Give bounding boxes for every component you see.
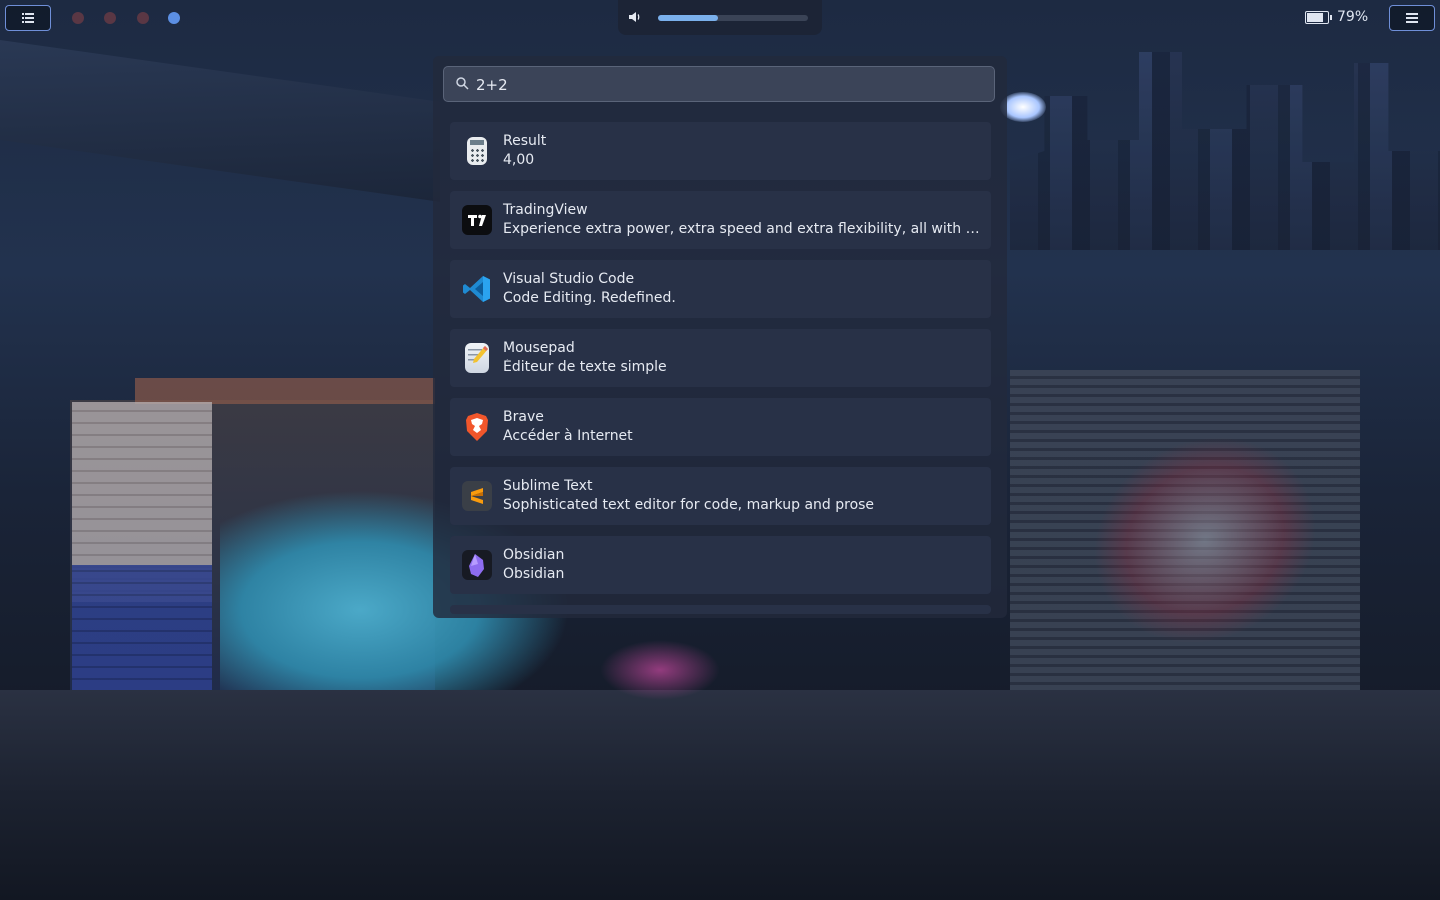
- search-icon: [456, 77, 469, 90]
- result-description: Accéder à Internet: [503, 428, 633, 444]
- result-description: Obsidian: [503, 566, 565, 582]
- sublime-text-icon: [462, 481, 492, 511]
- app-launcher: Result 4,00 TradingView Experience extra…: [433, 56, 1007, 618]
- calculator-icon: [467, 137, 487, 165]
- speaker-icon: [629, 12, 640, 22]
- result-title: Obsidian: [503, 547, 565, 563]
- battery-percent: 79%: [1337, 9, 1369, 25]
- volume-osd: [618, 0, 822, 35]
- result-item-brave[interactable]: Brave Accéder à Internet: [450, 398, 991, 456]
- wallpaper-blue-wall: [72, 565, 212, 690]
- workspace-1-indicator[interactable]: [72, 12, 84, 24]
- tradingview-icon: [462, 205, 492, 235]
- search-bar[interactable]: [443, 66, 995, 102]
- result-description: 4,00: [503, 152, 535, 168]
- result-title: Visual Studio Code: [503, 271, 635, 287]
- list-icon: [22, 13, 34, 23]
- wallpaper-garage: [70, 400, 435, 700]
- hamburger-menu-icon: [1406, 13, 1418, 23]
- volume-level-fill: [658, 15, 718, 21]
- result-description: Experience extra power, extra speed and …: [503, 221, 983, 237]
- wallpaper-city-skyline: [1010, 52, 1440, 250]
- workspace-4-indicator[interactable]: [168, 12, 180, 24]
- vscode-icon: [462, 274, 492, 304]
- mousepad-icon: [465, 343, 489, 373]
- obsidian-icon: [462, 550, 492, 580]
- apps-menu-button[interactable]: [5, 5, 51, 31]
- wallpaper-highway: [0, 40, 440, 202]
- result-title: Result: [503, 133, 547, 149]
- workspace-2-indicator[interactable]: [104, 12, 116, 24]
- result-item-vscode[interactable]: Visual Studio Code Code Editing. Redefin…: [450, 260, 991, 318]
- workspace-3-indicator[interactable]: [137, 12, 149, 24]
- result-title: TradingView: [503, 202, 588, 218]
- result-description: Éditeur de texte simple: [503, 359, 667, 375]
- wallpaper-pink-glow: [600, 640, 720, 700]
- battery-indicator[interactable]: 79%: [1305, 9, 1368, 25]
- wallpaper-graffiti: [1055, 395, 1355, 685]
- result-item-calculator[interactable]: Result 4,00: [450, 122, 991, 180]
- result-item-partial: [450, 605, 991, 614]
- volume-slider[interactable]: [658, 15, 808, 21]
- wallpaper-shutter: [1010, 370, 1360, 700]
- wallpaper-beam: [135, 378, 435, 404]
- brave-icon: [462, 412, 492, 442]
- result-item-mousepad[interactable]: Mousepad Éditeur de texte simple: [450, 329, 991, 387]
- result-title: Brave: [503, 409, 544, 425]
- result-item-tradingview[interactable]: TradingView Experience extra power, extr…: [450, 191, 991, 249]
- result-title: Sublime Text: [503, 478, 593, 494]
- result-description: Sophisticated text editor for code, mark…: [503, 497, 875, 513]
- result-description: Code Editing. Redefined.: [503, 290, 676, 306]
- wallpaper-brick-wall: [72, 402, 212, 602]
- results-list: Result 4,00 TradingView Experience extra…: [450, 122, 991, 614]
- search-input[interactable]: [474, 73, 978, 97]
- result-item-obsidian[interactable]: Obsidian Obsidian: [450, 536, 991, 594]
- wallpaper-ground: [0, 690, 1440, 900]
- battery-icon: [1305, 10, 1332, 24]
- system-menu-button[interactable]: [1389, 5, 1435, 31]
- result-item-sublime-text[interactable]: Sublime Text Sophisticated text editor f…: [450, 467, 991, 525]
- result-title: Mousepad: [503, 340, 575, 356]
